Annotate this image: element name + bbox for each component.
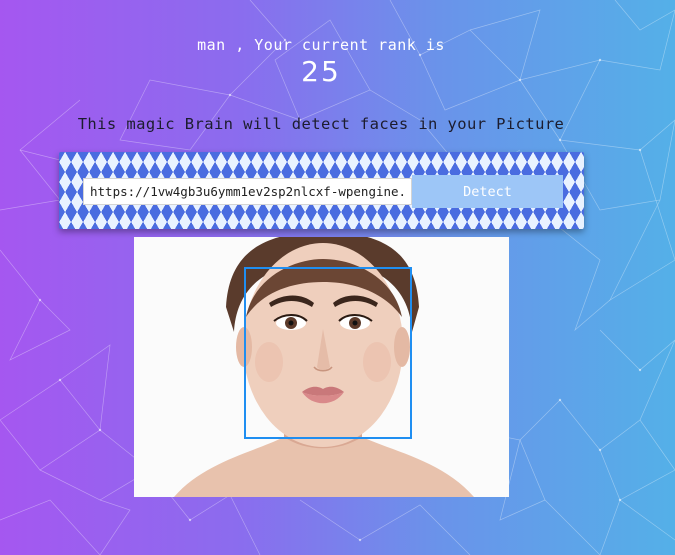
face-detection-result (134, 237, 509, 497)
image-url-input[interactable] (83, 178, 412, 205)
rank-value: 25 (301, 55, 341, 88)
image-url-form: Detect (59, 152, 584, 229)
detect-button[interactable]: Detect (412, 175, 563, 208)
face-bounding-box (244, 267, 412, 439)
rank-message: man , Your current rank is (197, 36, 445, 54)
page-headline: This magic Brain will detect faces in yo… (77, 115, 565, 133)
